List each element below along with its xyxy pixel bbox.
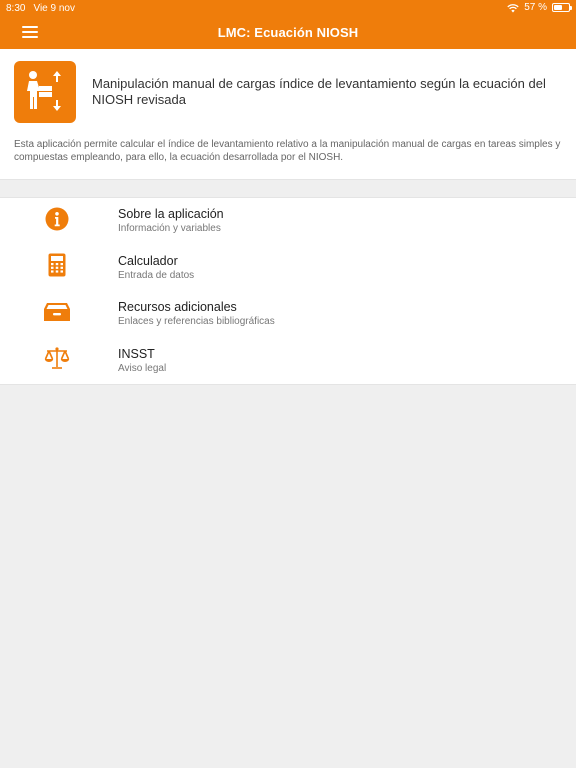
intro-section: Manipulación manual de cargas índice de … (0, 49, 576, 180)
scale-icon (44, 346, 70, 375)
menu-item-about[interactable]: Sobre la aplicación Información y variab… (0, 198, 576, 245)
battery-percentage: 57 % (524, 2, 547, 13)
status-time: 8:30 (6, 2, 26, 14)
status-bar: 8:30 Vie 9 nov 57 % (0, 0, 576, 16)
menu-item-subtitle: Entrada de datos (118, 269, 195, 281)
menu-item-label: INSST (118, 346, 155, 361)
person-lifting-box-icon (14, 61, 76, 123)
battery-icon (552, 3, 572, 12)
intro-title: Manipulación manual de cargas índice de … (92, 76, 546, 107)
intro-description: Esta aplicación permite calcular el índi… (14, 139, 561, 163)
menu-item-label: Calculador (118, 253, 178, 268)
menu-item-calculator[interactable]: Calculador Entrada de datos (0, 245, 576, 292)
status-date: Vie 9 nov (33, 2, 75, 14)
battery-level (554, 5, 562, 10)
main-menu: Sobre la aplicación Información y variab… (0, 197, 576, 385)
menu-item-resources[interactable]: Recursos adicionales Enlaces y referenci… (0, 291, 576, 338)
archive-box-icon (44, 302, 70, 327)
menu-item-label: Recursos adicionales (118, 300, 237, 315)
page-title: LMC: Ecuación NIOSH (217, 25, 359, 40)
menu-item-insst[interactable]: INSST Aviso legal (0, 338, 576, 385)
hamburger-icon[interactable] (22, 26, 38, 38)
wifi-icon (507, 3, 519, 13)
menu-item-subtitle: Información y variables (118, 223, 221, 235)
navigation-bar: LMC: Ecuación NIOSH (0, 16, 576, 49)
menu-item-subtitle: Enlaces y referencias bibliográficas (118, 316, 275, 328)
section-separator (0, 180, 576, 197)
info-icon (45, 207, 69, 236)
calculator-icon (48, 253, 66, 282)
menu-item-label: Sobre la aplicación (118, 207, 224, 222)
menu-item-subtitle: Aviso legal (118, 362, 167, 374)
top-bar: 8:30 Vie 9 nov 57 % LMC: Ecuación NIOSH (0, 0, 576, 49)
